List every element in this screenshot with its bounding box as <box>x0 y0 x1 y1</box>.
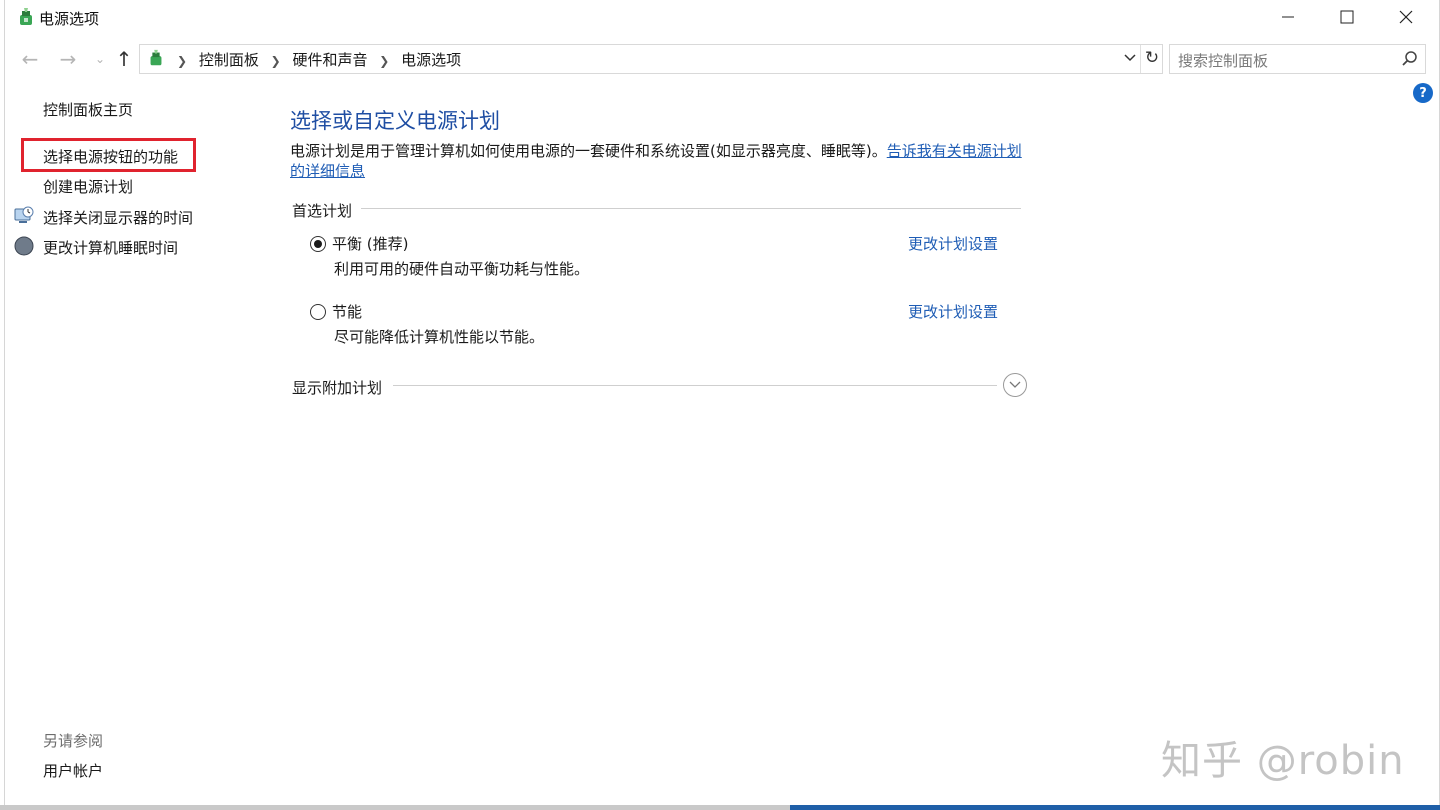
breadcrumb-separator-icon: ❯ <box>177 54 188 68</box>
power-options-icon <box>150 49 162 66</box>
refresh-icon: ↻ <box>1144 48 1160 68</box>
close-icon <box>1399 10 1413 24</box>
up-button[interactable]: ↑ <box>113 47 135 71</box>
preferred-plans-heading: 首选计划 <box>292 200 361 221</box>
forward-arrow-icon: → <box>59 47 77 71</box>
breadcrumb-separator-icon[interactable]: ❯ <box>271 54 281 68</box>
forward-button[interactable]: → <box>57 47 79 71</box>
additional-plans-heading[interactable]: 显示附加计划 <box>292 377 391 398</box>
search-placeholder: 搜索控制面板 <box>1178 52 1269 70</box>
window-title: 电源选项 <box>39 10 100 28</box>
help-icon[interactable]: ? <box>1413 83 1433 103</box>
refresh-button[interactable]: ↻ <box>1142 48 1162 68</box>
sidebar-item-control-panel-home[interactable]: 控制面板主页 <box>43 99 133 120</box>
chevron-down-icon <box>1009 381 1021 388</box>
minimize-button[interactable] <box>1259 0 1317 34</box>
watermark-text: 知乎 @robin <box>1161 738 1405 784</box>
balanced-plan-name[interactable]: 平衡 (推荐) <box>332 233 408 254</box>
address-dropdown-button[interactable] <box>1120 48 1140 68</box>
balanced-plan-description: 利用可用的硬件自动平衡功耗与性能。 <box>334 260 590 278</box>
up-arrow-icon: ↑ <box>115 47 133 71</box>
search-input[interactable]: 搜索控制面板 <box>1169 44 1426 74</box>
power-saver-plan-description: 尽可能降低计算机性能以节能。 <box>334 328 545 346</box>
power-options-icon <box>20 8 32 25</box>
close-button[interactable] <box>1377 0 1435 34</box>
breadcrumb-control-panel[interactable]: 控制面板 <box>199 49 259 70</box>
power-options-window: 电源选项 ← → ⌄ ↑ ❯ 控制面板 ❯ 硬件和声音 ❯ 电源选项 ↻ 搜索控… <box>4 0 1440 806</box>
sidebar-item-power-button-function[interactable]: 选择电源按钮的功能 <box>43 146 178 167</box>
navigation-bar: ← → ⌄ ↑ ❯ 控制面板 ❯ 硬件和声音 ❯ 电源选项 ↻ 搜索控制面板 <box>5 40 1439 76</box>
chevron-down-icon <box>1124 54 1136 62</box>
maximize-button[interactable] <box>1318 0 1376 34</box>
description-text: 电源计划是用于管理计算机如何使用电源的一套硬件和系统设置(如显示器亮度、睡眠等)… <box>290 142 887 160</box>
sidebar-item-create-power-plan[interactable]: 创建电源计划 <box>43 176 133 197</box>
expand-additional-plans-button[interactable] <box>1003 373 1027 397</box>
sidebar-item-sleep-time[interactable]: 更改计算机睡眠时间 <box>43 237 178 258</box>
search-icon[interactable] <box>1401 50 1419 68</box>
page-title: 选择或自定义电源计划 <box>290 109 500 133</box>
see-also-user-accounts-link[interactable]: 用户帐户 <box>43 760 103 781</box>
sidebar-item-display-off-time[interactable]: 选择关闭显示器的时间 <box>43 207 193 228</box>
back-arrow-icon: ← <box>21 47 39 71</box>
page-description: 电源计划是用于管理计算机如何使用电源的一套硬件和系统设置(如显示器亮度、睡眠等)… <box>290 141 1030 181</box>
address-bar[interactable]: ❯ 控制面板 ❯ 硬件和声音 ❯ 电源选项 ↻ <box>139 44 1163 74</box>
breadcrumb-hardware-sound[interactable]: 硬件和声音 <box>292 49 367 70</box>
balanced-plan-radio[interactable] <box>310 236 326 252</box>
chevron-down-icon: ⌄ <box>94 52 106 66</box>
display-icon <box>14 206 34 223</box>
window-bottom-edge <box>0 805 790 810</box>
balanced-change-settings-link[interactable]: 更改计划设置 <box>908 233 998 254</box>
section-divider <box>393 385 997 386</box>
breadcrumb-power-options[interactable]: 电源选项 <box>401 49 461 70</box>
section-divider <box>361 208 1021 209</box>
title-bar: 电源选项 <box>5 0 1439 36</box>
see-also-heading: 另请参阅 <box>43 732 104 750</box>
back-button[interactable]: ← <box>19 47 41 71</box>
power-saver-plan-radio[interactable] <box>310 304 326 320</box>
address-divider <box>1140 45 1141 73</box>
desktop-strip <box>790 805 1440 810</box>
maximize-icon <box>1340 10 1354 24</box>
minimize-icon <box>1282 16 1294 18</box>
recent-locations-button[interactable]: ⌄ <box>89 48 111 70</box>
power-saver-plan-name[interactable]: 节能 <box>332 301 362 322</box>
sleep-icon <box>14 236 34 256</box>
breadcrumb: ❯ 控制面板 ❯ 硬件和声音 ❯ 电源选项 <box>170 49 461 70</box>
breadcrumb-separator-icon[interactable]: ❯ <box>379 54 389 68</box>
power-saver-change-settings-link[interactable]: 更改计划设置 <box>908 301 998 322</box>
